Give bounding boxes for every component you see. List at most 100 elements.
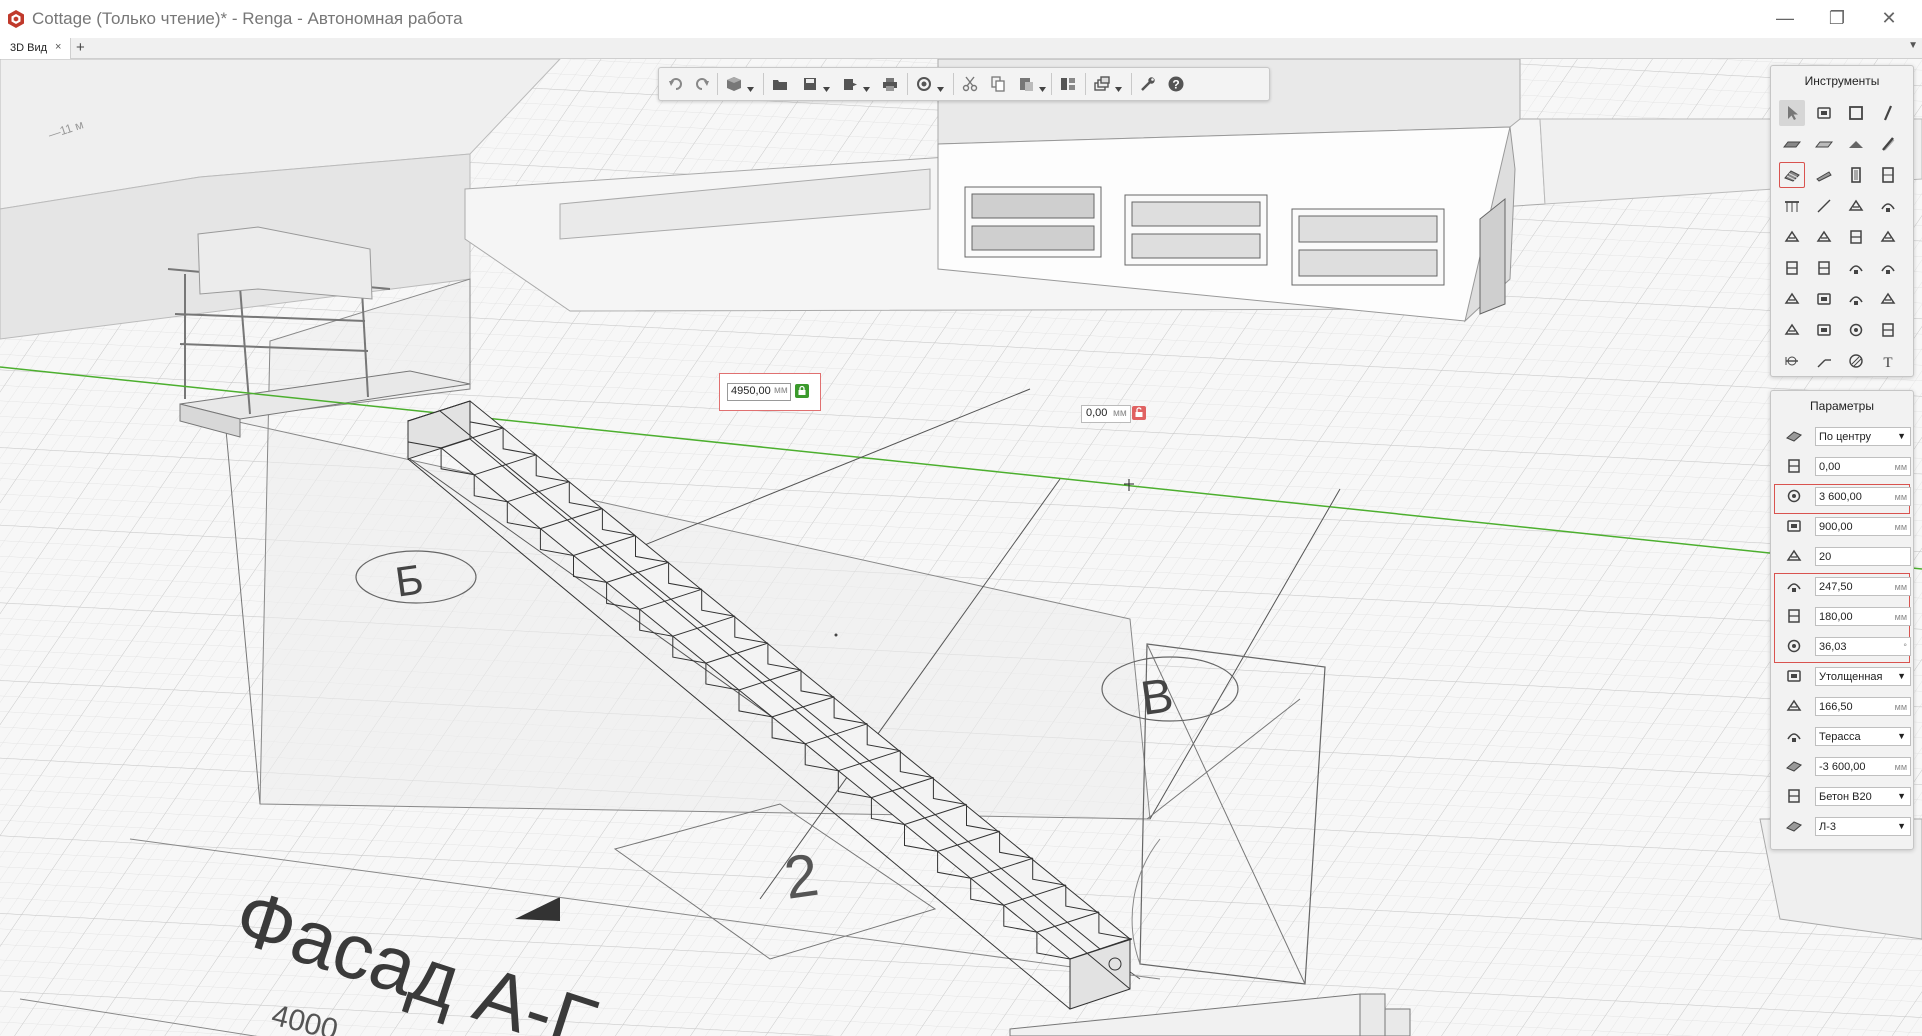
tool-beam[interactable] bbox=[1875, 100, 1901, 126]
param-unit: мм bbox=[1894, 582, 1907, 592]
param-value: По центру bbox=[1819, 431, 1871, 443]
param-value: 166,50 bbox=[1819, 701, 1853, 713]
tool-hatch[interactable] bbox=[1843, 348, 1869, 374]
view-cube-button[interactable] bbox=[723, 73, 745, 95]
param-dropdown[interactable]: Утолщенная ▼ bbox=[1815, 667, 1911, 686]
cut-button[interactable] bbox=[959, 73, 981, 95]
tool-outlet[interactable] bbox=[1875, 317, 1901, 343]
tool-pipe[interactable] bbox=[1875, 193, 1901, 219]
param-dropdown[interactable]: Терасса ▼ bbox=[1815, 727, 1911, 746]
dropdown-arrow-icon[interactable] bbox=[863, 80, 870, 92]
select-icon bbox=[1783, 104, 1801, 122]
toolbar-separator bbox=[953, 73, 954, 95]
valve-icon bbox=[1783, 228, 1801, 246]
close-button[interactable]: ✕ bbox=[1866, 2, 1912, 34]
tool-pump[interactable] bbox=[1811, 224, 1837, 250]
maximize-button[interactable]: ❐ bbox=[1814, 2, 1860, 34]
lock-open-icon[interactable] bbox=[1132, 406, 1146, 420]
param-input[interactable]: -3 600,00 мм bbox=[1815, 757, 1911, 776]
tool-wall[interactable] bbox=[1843, 100, 1869, 126]
copy-button[interactable] bbox=[987, 73, 1009, 95]
tool-radiator[interactable] bbox=[1843, 255, 1869, 281]
tab-close-icon[interactable]: × bbox=[55, 41, 61, 53]
tool-sensor[interactable] bbox=[1811, 317, 1837, 343]
window-2 bbox=[1124, 194, 1268, 266]
3d-scene[interactable]: —11 м Б В 2 Фасад А-Г 4000 bbox=[0, 59, 1922, 1036]
tool-text[interactable]: T bbox=[1875, 348, 1901, 374]
tool-fitting[interactable] bbox=[1779, 255, 1805, 281]
tool-floor[interactable] bbox=[1811, 131, 1837, 157]
open-folder-button[interactable] bbox=[769, 73, 791, 95]
tool-column[interactable] bbox=[1811, 100, 1837, 126]
param-input[interactable]: 3 600,00 мм bbox=[1815, 487, 1911, 506]
tool-stair[interactable] bbox=[1779, 162, 1805, 188]
param-dropdown[interactable]: Бетон В20 ▼ bbox=[1815, 787, 1911, 806]
tool-door[interactable] bbox=[1843, 162, 1869, 188]
tool-duct[interactable] bbox=[1875, 224, 1901, 250]
tab-3d-view[interactable]: 3D Вид × bbox=[0, 38, 71, 59]
param-unit: мм bbox=[1894, 522, 1907, 532]
tool-fan[interactable] bbox=[1843, 224, 1869, 250]
tool-select[interactable] bbox=[1779, 100, 1805, 126]
dropdown-arrow-icon[interactable] bbox=[937, 80, 944, 92]
param-input[interactable]: 900,00 мм bbox=[1815, 517, 1911, 536]
help-button[interactable]: ? bbox=[1165, 73, 1187, 95]
paste-button[interactable] bbox=[1015, 73, 1037, 95]
minimize-button[interactable]: — bbox=[1762, 2, 1808, 34]
param-input[interactable]: 180,00 мм bbox=[1815, 607, 1911, 626]
tool-lamp[interactable] bbox=[1811, 286, 1837, 312]
tool-cabinet[interactable] bbox=[1779, 317, 1805, 343]
parameters-panel-title: Параметры bbox=[1810, 399, 1874, 413]
tool-filter[interactable] bbox=[1875, 255, 1901, 281]
param-dropdown[interactable]: По центру ▼ bbox=[1815, 427, 1911, 446]
dropdown-arrow-icon[interactable] bbox=[823, 80, 830, 92]
tool-equipment[interactable] bbox=[1843, 193, 1869, 219]
undo-button[interactable] bbox=[665, 73, 687, 95]
orbit-button[interactable] bbox=[913, 73, 935, 95]
param-input[interactable]: 0,00 мм bbox=[1815, 457, 1911, 476]
wall-icon bbox=[1847, 104, 1865, 122]
tool-slab[interactable] bbox=[1779, 131, 1805, 157]
param-input[interactable]: 36,03 ° bbox=[1815, 637, 1911, 656]
pump-icon bbox=[1815, 228, 1833, 246]
export-button[interactable] bbox=[839, 73, 861, 95]
param-unit: мм bbox=[1894, 762, 1907, 772]
param-input[interactable]: 20 bbox=[1815, 547, 1911, 566]
tool-railing[interactable] bbox=[1779, 193, 1805, 219]
param-input[interactable]: 166,50 мм bbox=[1815, 697, 1911, 716]
lock-closed-icon[interactable] bbox=[795, 384, 809, 398]
dropdown-arrow-icon[interactable] bbox=[747, 80, 754, 92]
print-button[interactable] bbox=[879, 73, 901, 95]
tool-ramp[interactable] bbox=[1811, 162, 1837, 188]
save-button[interactable] bbox=[799, 73, 821, 95]
tool-roof[interactable] bbox=[1843, 131, 1869, 157]
line-icon bbox=[1815, 197, 1833, 215]
settings-button[interactable] bbox=[1137, 73, 1159, 95]
tool-valve[interactable] bbox=[1779, 224, 1805, 250]
redo-button[interactable] bbox=[691, 73, 713, 95]
dropdown-arrow-icon[interactable] bbox=[1115, 80, 1122, 92]
tool-dimension[interactable] bbox=[1779, 348, 1805, 374]
add-tab-button[interactable]: + bbox=[76, 39, 85, 56]
tab-menu-icon[interactable]: ▼ bbox=[1908, 40, 1918, 51]
param-input[interactable]: 247,50 мм bbox=[1815, 577, 1911, 596]
tool-boiler[interactable] bbox=[1811, 255, 1837, 281]
tool-switch[interactable] bbox=[1843, 286, 1869, 312]
3d-viewport[interactable]: —11 м Б В 2 Фасад А-Г 4000 4950,00 мм 0,… bbox=[0, 59, 1922, 1036]
stair-type-icon bbox=[1783, 665, 1805, 687]
tool-panel[interactable] bbox=[1875, 286, 1901, 312]
properties-button[interactable] bbox=[1057, 73, 1079, 95]
layers-button[interactable] bbox=[1091, 73, 1113, 95]
tool-socket[interactable] bbox=[1843, 317, 1869, 343]
tool-sprinkler[interactable] bbox=[1779, 286, 1805, 312]
param-value: Бетон В20 bbox=[1819, 791, 1872, 803]
dropdown-arrow-icon[interactable] bbox=[1039, 80, 1046, 92]
tool-line[interactable] bbox=[1811, 193, 1837, 219]
param-value: Терасса bbox=[1819, 731, 1861, 743]
tool-window[interactable] bbox=[1875, 162, 1901, 188]
param-dropdown[interactable]: Л-3 ▼ bbox=[1815, 817, 1911, 836]
offset-dimension-value: 0,00 bbox=[1086, 407, 1108, 419]
export-icon bbox=[841, 75, 859, 98]
tool-rebar[interactable] bbox=[1875, 131, 1901, 157]
tool-leader[interactable] bbox=[1811, 348, 1837, 374]
